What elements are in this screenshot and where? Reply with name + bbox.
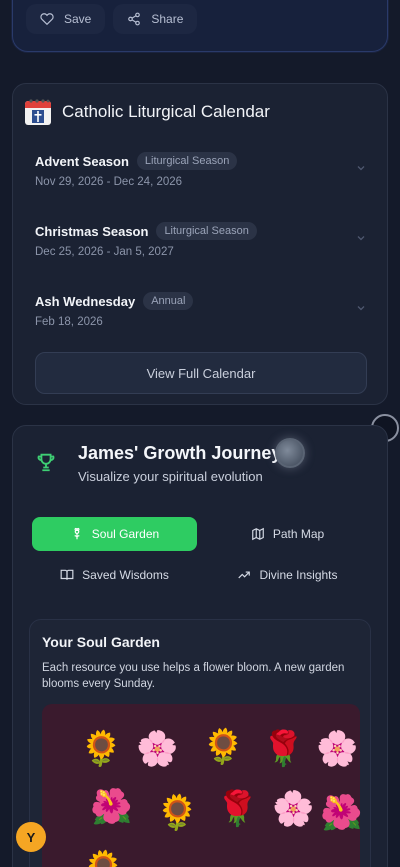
cherry-blossom-icon: 🌸 <box>136 730 179 768</box>
growth-title: James' Growth Journey <box>78 443 282 463</box>
liturgical-item[interactable]: Ash Wednesday Annual Feb 18, 2026 <box>35 292 367 328</box>
flower-icon <box>74 527 80 540</box>
view-full-calendar-button[interactable]: View Full Calendar <box>35 352 367 394</box>
share-button[interactable]: Share <box>113 4 198 34</box>
avatar[interactable] <box>275 438 305 468</box>
sunflower-icon: 🌻 <box>82 852 124 867</box>
liturgical-calendar-card: Catholic Liturgical Calendar Advent Seas… <box>12 83 388 405</box>
tab-label: Path Map <box>272 527 325 541</box>
chevron-down-icon[interactable] <box>355 162 367 174</box>
growth-journey-card: James' Growth Journey Visualize your spi… <box>12 425 388 867</box>
save-label: Save <box>64 12 92 26</box>
trophy-icon <box>37 453 55 472</box>
cherry-blossom-icon: 🌸 <box>316 730 359 768</box>
chevron-down-icon[interactable] <box>355 232 367 244</box>
cherry-blossom-icon: 🌸 <box>272 790 315 828</box>
sunflower-icon: 🌻 <box>156 794 199 832</box>
book-icon <box>60 569 74 580</box>
tab-divine-insights[interactable]: Divine Insights <box>205 558 370 592</box>
share-icon <box>128 12 141 26</box>
event-name: Advent Season <box>35 153 129 169</box>
trending-up-icon <box>238 571 251 579</box>
tab-label: Saved Wisdoms <box>82 568 169 582</box>
tab-label: Soul Garden <box>91 527 160 541</box>
growth-subtitle: Visualize your spiritual evolution <box>78 469 263 484</box>
rose-icon: 🌹 <box>216 790 259 828</box>
event-date: Dec 25, 2026 - Jan 5, 2027 <box>35 246 174 258</box>
liturgical-item[interactable]: Advent Season Liturgical Season Nov 29, … <box>35 152 367 188</box>
tab-path-map[interactable]: Path Map <box>205 517 370 551</box>
top-actions: Save Share <box>26 4 198 34</box>
garden-description: Each resource you use helps a flower blo… <box>42 662 345 690</box>
event-date: Feb 18, 2026 <box>35 316 103 328</box>
share-label: Share <box>151 12 184 26</box>
soul-garden-panel: Your Soul Garden Each resource you use h… <box>29 619 371 867</box>
event-badge: Annual <box>143 292 194 310</box>
event-name: Ash Wednesday <box>35 293 136 309</box>
hibiscus-icon: 🌺 <box>320 794 363 832</box>
event-name: Christmas Season <box>35 223 149 239</box>
hibiscus-icon: 🌺 <box>90 788 133 826</box>
tab-saved-wisdoms[interactable]: Saved Wisdoms <box>32 558 197 592</box>
save-button[interactable]: Save <box>26 4 106 34</box>
garden-plot: 🌻 🌸 🌻 🌹 🌸 🌺 🌻 🌹 🌸 🌺 🌻 <box>42 704 363 867</box>
rose-icon: 🌹 <box>262 730 305 768</box>
liturgical-title: Catholic Liturgical Calendar <box>62 102 270 121</box>
calendar-icon <box>24 98 52 126</box>
garden-title: Your Soul Garden <box>42 634 160 650</box>
event-badge: Liturgical Season <box>156 222 257 240</box>
user-initial-badge[interactable]: Y <box>16 822 46 852</box>
map-icon <box>251 527 264 541</box>
event-badge: Liturgical Season <box>136 152 238 170</box>
liturgical-header: Catholic Liturgical Calendar <box>24 98 270 126</box>
event-date: Nov 29, 2026 - Dec 24, 2026 <box>35 176 183 188</box>
tab-soul-garden[interactable]: Soul Garden <box>32 517 197 551</box>
sunflower-icon: 🌻 <box>80 730 123 768</box>
sunflower-icon: 🌻 <box>202 728 245 766</box>
heart-icon <box>40 13 54 26</box>
tab-label: Divine Insights <box>259 568 338 582</box>
liturgical-item[interactable]: Christmas Season Liturgical Season Dec 2… <box>35 222 367 258</box>
chevron-down-icon[interactable] <box>355 302 367 314</box>
